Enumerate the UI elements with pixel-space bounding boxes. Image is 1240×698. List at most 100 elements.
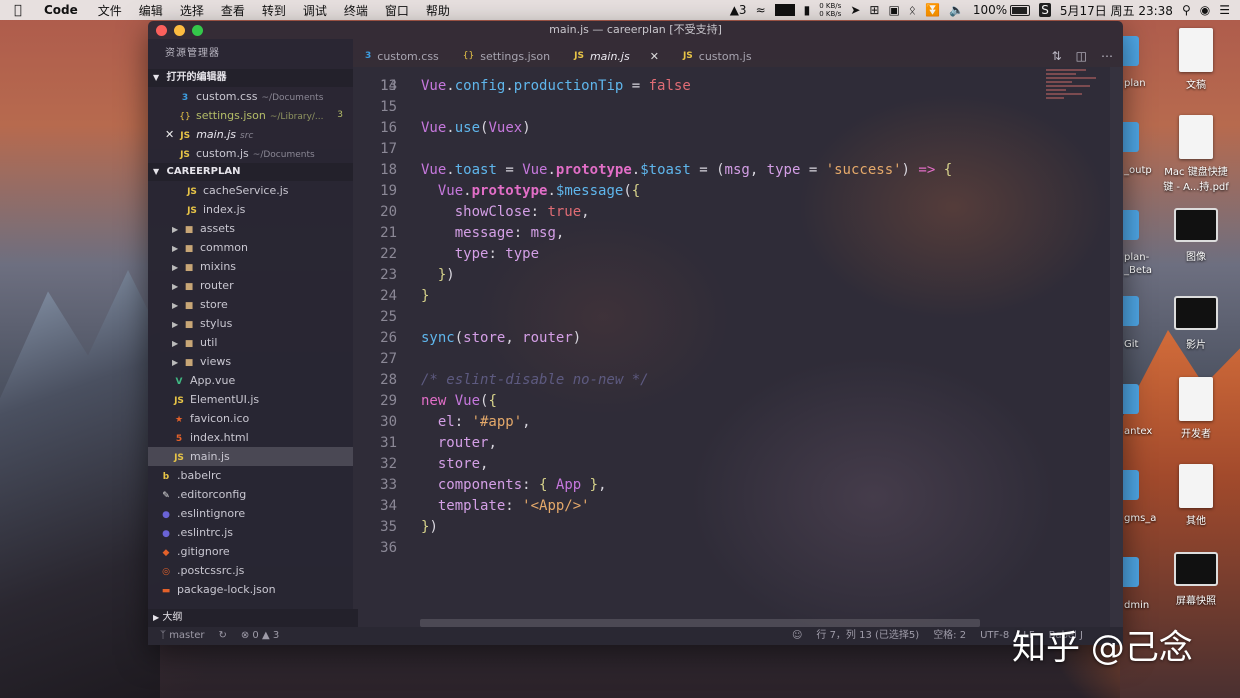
tree-file-item[interactable]: ✎.editorconfig xyxy=(148,485,353,504)
tree-folder-item[interactable]: ▶■stylus xyxy=(148,314,353,333)
partial-folder-icon[interactable] xyxy=(1123,470,1139,500)
project-header[interactable]: ▼ CAREERPLAN xyxy=(148,163,353,181)
menu-view[interactable]: 查看 xyxy=(221,2,245,19)
tree-item-label: mixins xyxy=(200,260,236,273)
partial-folder-icon[interactable] xyxy=(1123,122,1139,152)
vertical-scrollbar[interactable] xyxy=(1110,67,1123,627)
problems-indicator[interactable]: ⊗ 0 ▲ 3 xyxy=(241,627,279,645)
tree-folder-item[interactable]: ▶■util xyxy=(148,333,353,352)
tree-file-item[interactable]: ●.eslintrc.js xyxy=(148,523,353,542)
input-method-icon[interactable]: S xyxy=(1039,3,1051,17)
tree-file-item[interactable]: ★favicon.ico xyxy=(148,409,353,428)
menu-edit[interactable]: 编辑 xyxy=(139,2,163,19)
tree-file-item[interactable]: VApp.vue xyxy=(148,371,353,390)
menu-debug[interactable]: 调试 xyxy=(303,2,327,19)
battery-indicator[interactable]: 100% xyxy=(973,3,1030,17)
notification-center-icon[interactable]: ☰ xyxy=(1219,3,1230,17)
bell-icon[interactable]: ▲3 xyxy=(730,3,747,17)
user-avatar-icon[interactable]: ◉ xyxy=(1200,3,1210,17)
tree-file-item[interactable]: 5index.html xyxy=(148,428,353,447)
tree-file-item[interactable]: ▬package-lock.json xyxy=(148,580,353,599)
desktop-icon-images[interactable]: 图像 xyxy=(1161,202,1231,263)
line-number: 16 xyxy=(353,118,397,139)
desktop-icon-documents[interactable]: 文稿 xyxy=(1161,28,1231,91)
branch-name: master xyxy=(169,630,204,641)
tree-file-item[interactable]: JScacheService.js xyxy=(148,181,353,200)
bluetooth-icon[interactable]: ᛟ xyxy=(909,3,916,17)
open-editor-item-active[interactable]: ✕JSmain.jssrc xyxy=(148,125,353,144)
document-icon xyxy=(1179,28,1213,72)
code-editor[interactable]: 13 14Vue.config.productionTip = false151… xyxy=(353,67,1043,627)
open-editors-header[interactable]: ▼ 打开的编辑器 xyxy=(148,69,353,87)
tree-file-item[interactable]: ◎.postcssrc.js xyxy=(148,561,353,580)
tree-folder-item[interactable]: ▶■views xyxy=(148,352,353,371)
menu-file[interactable]: 文件 xyxy=(98,2,122,19)
partial-folder-label: _outp xyxy=(1124,165,1152,176)
tree-folder-item[interactable]: ▶■router xyxy=(148,276,353,295)
indentation-setting[interactable]: 空格: 2 xyxy=(933,627,966,645)
tree-item-label: util xyxy=(200,336,217,349)
window-close-button[interactable] xyxy=(156,25,167,36)
tree-file-item[interactable]: ◆.gitignore xyxy=(148,542,353,561)
wifi-icon[interactable]: ≈ xyxy=(756,3,766,17)
desktop-icon-other[interactable]: 其他 xyxy=(1161,464,1231,527)
tree-folder-item[interactable]: ▶■mixins xyxy=(148,257,353,276)
record-icon[interactable]: ▣ xyxy=(888,3,899,17)
desktop-icon-screenshots[interactable]: 屏幕快照 xyxy=(1161,546,1231,607)
code-text: Vue.toast = Vue.prototype.$toast = (msg,… xyxy=(421,160,952,181)
spotlight-search-icon[interactable]: ⚲ xyxy=(1182,3,1191,17)
git-branch[interactable]: ᛉ master xyxy=(160,627,204,645)
smiley-feedback-icon[interactable]: ☺ xyxy=(792,627,802,645)
menu-terminal[interactable]: 终端 xyxy=(344,2,368,19)
code-text: message: msg, xyxy=(421,223,564,244)
partial-folder-icon[interactable] xyxy=(1123,36,1139,66)
menubar-clock[interactable]: 5月17日 周五 23:38 xyxy=(1060,2,1173,19)
tree-folder-item[interactable]: ▶■store xyxy=(148,295,353,314)
window-titlebar[interactable]: main.js — careerplan [不受支持] xyxy=(148,21,1123,39)
tree-file-item[interactable]: JSindex.js xyxy=(148,200,353,219)
minimap[interactable] xyxy=(1046,67,1110,167)
compare-changes-icon[interactable]: ⇅ xyxy=(1052,49,1062,63)
window-maximize-button[interactable] xyxy=(192,25,203,36)
tab-close-icon[interactable]: ✕ xyxy=(650,50,659,63)
desktop-icon-movies[interactable]: 影片 xyxy=(1161,290,1231,351)
menu-help[interactable]: 帮助 xyxy=(426,2,450,19)
open-editor-name: custom.js xyxy=(196,147,249,160)
volume-icon[interactable]: 🔈 xyxy=(949,3,964,17)
close-icon[interactable]: ✕ xyxy=(165,128,174,141)
apple-icon[interactable]:  xyxy=(14,3,30,18)
partial-folder-icon[interactable] xyxy=(1123,557,1139,587)
tree-file-item[interactable]: JSElementUI.js xyxy=(148,390,353,409)
outline-header[interactable]: ▶ 大纲 xyxy=(148,609,358,627)
desktop-icon-label: 影片 xyxy=(1161,336,1231,351)
tree-folder-item[interactable]: ▶■common xyxy=(148,238,353,257)
send-icon[interactable]: ➤ xyxy=(850,3,860,17)
encoding-setting[interactable]: UTF-8 xyxy=(980,627,1009,645)
menu-goto[interactable]: 转到 xyxy=(262,2,286,19)
sync-icon[interactable]: ↻ xyxy=(218,627,226,645)
more-actions-icon[interactable]: ⋯ xyxy=(1101,49,1113,63)
desktop-icon-developer[interactable]: 开发者 xyxy=(1161,377,1231,440)
tree-folder-item[interactable]: ▶■assets xyxy=(148,219,353,238)
tree-file-item[interactable]: ●.eslintignore xyxy=(148,504,353,523)
window-minimize-button[interactable] xyxy=(174,25,185,36)
menu-select[interactable]: 选择 xyxy=(180,2,204,19)
phone-icon[interactable]: ▮ xyxy=(804,3,811,17)
cursor-position[interactable]: 行 7，列 13 (已选择5) xyxy=(816,627,919,645)
desktop-icon-mac-shortcuts-pdf[interactable]: Mac 键盘快捷键 - A...持.pdf xyxy=(1161,115,1231,193)
split-editor-icon[interactable]: ◫ xyxy=(1076,49,1087,63)
partial-folder-icon[interactable] xyxy=(1123,296,1139,326)
horizontal-scrollbar[interactable] xyxy=(420,619,980,627)
partial-folder-icon[interactable] xyxy=(1123,384,1139,414)
display-icon[interactable] xyxy=(775,4,795,16)
keyboard-icon[interactable]: ⊞ xyxy=(869,3,879,17)
open-editor-item[interactable]: 3custom.css~/Documents xyxy=(148,87,353,106)
partial-folder-icon[interactable] xyxy=(1123,210,1139,240)
airplay-icon[interactable]: ⏬ xyxy=(925,3,940,17)
menu-app-name[interactable]: Code xyxy=(44,3,78,17)
open-editor-item[interactable]: {}settings.json~/Library/... 3 xyxy=(148,106,353,125)
open-editor-item[interactable]: JScustom.js~/Documents xyxy=(148,144,353,163)
tree-file-item[interactable]: b.babelrc xyxy=(148,466,353,485)
menu-window[interactable]: 窗口 xyxy=(385,2,409,19)
tree-file-item[interactable]: JSmain.js xyxy=(148,447,353,466)
